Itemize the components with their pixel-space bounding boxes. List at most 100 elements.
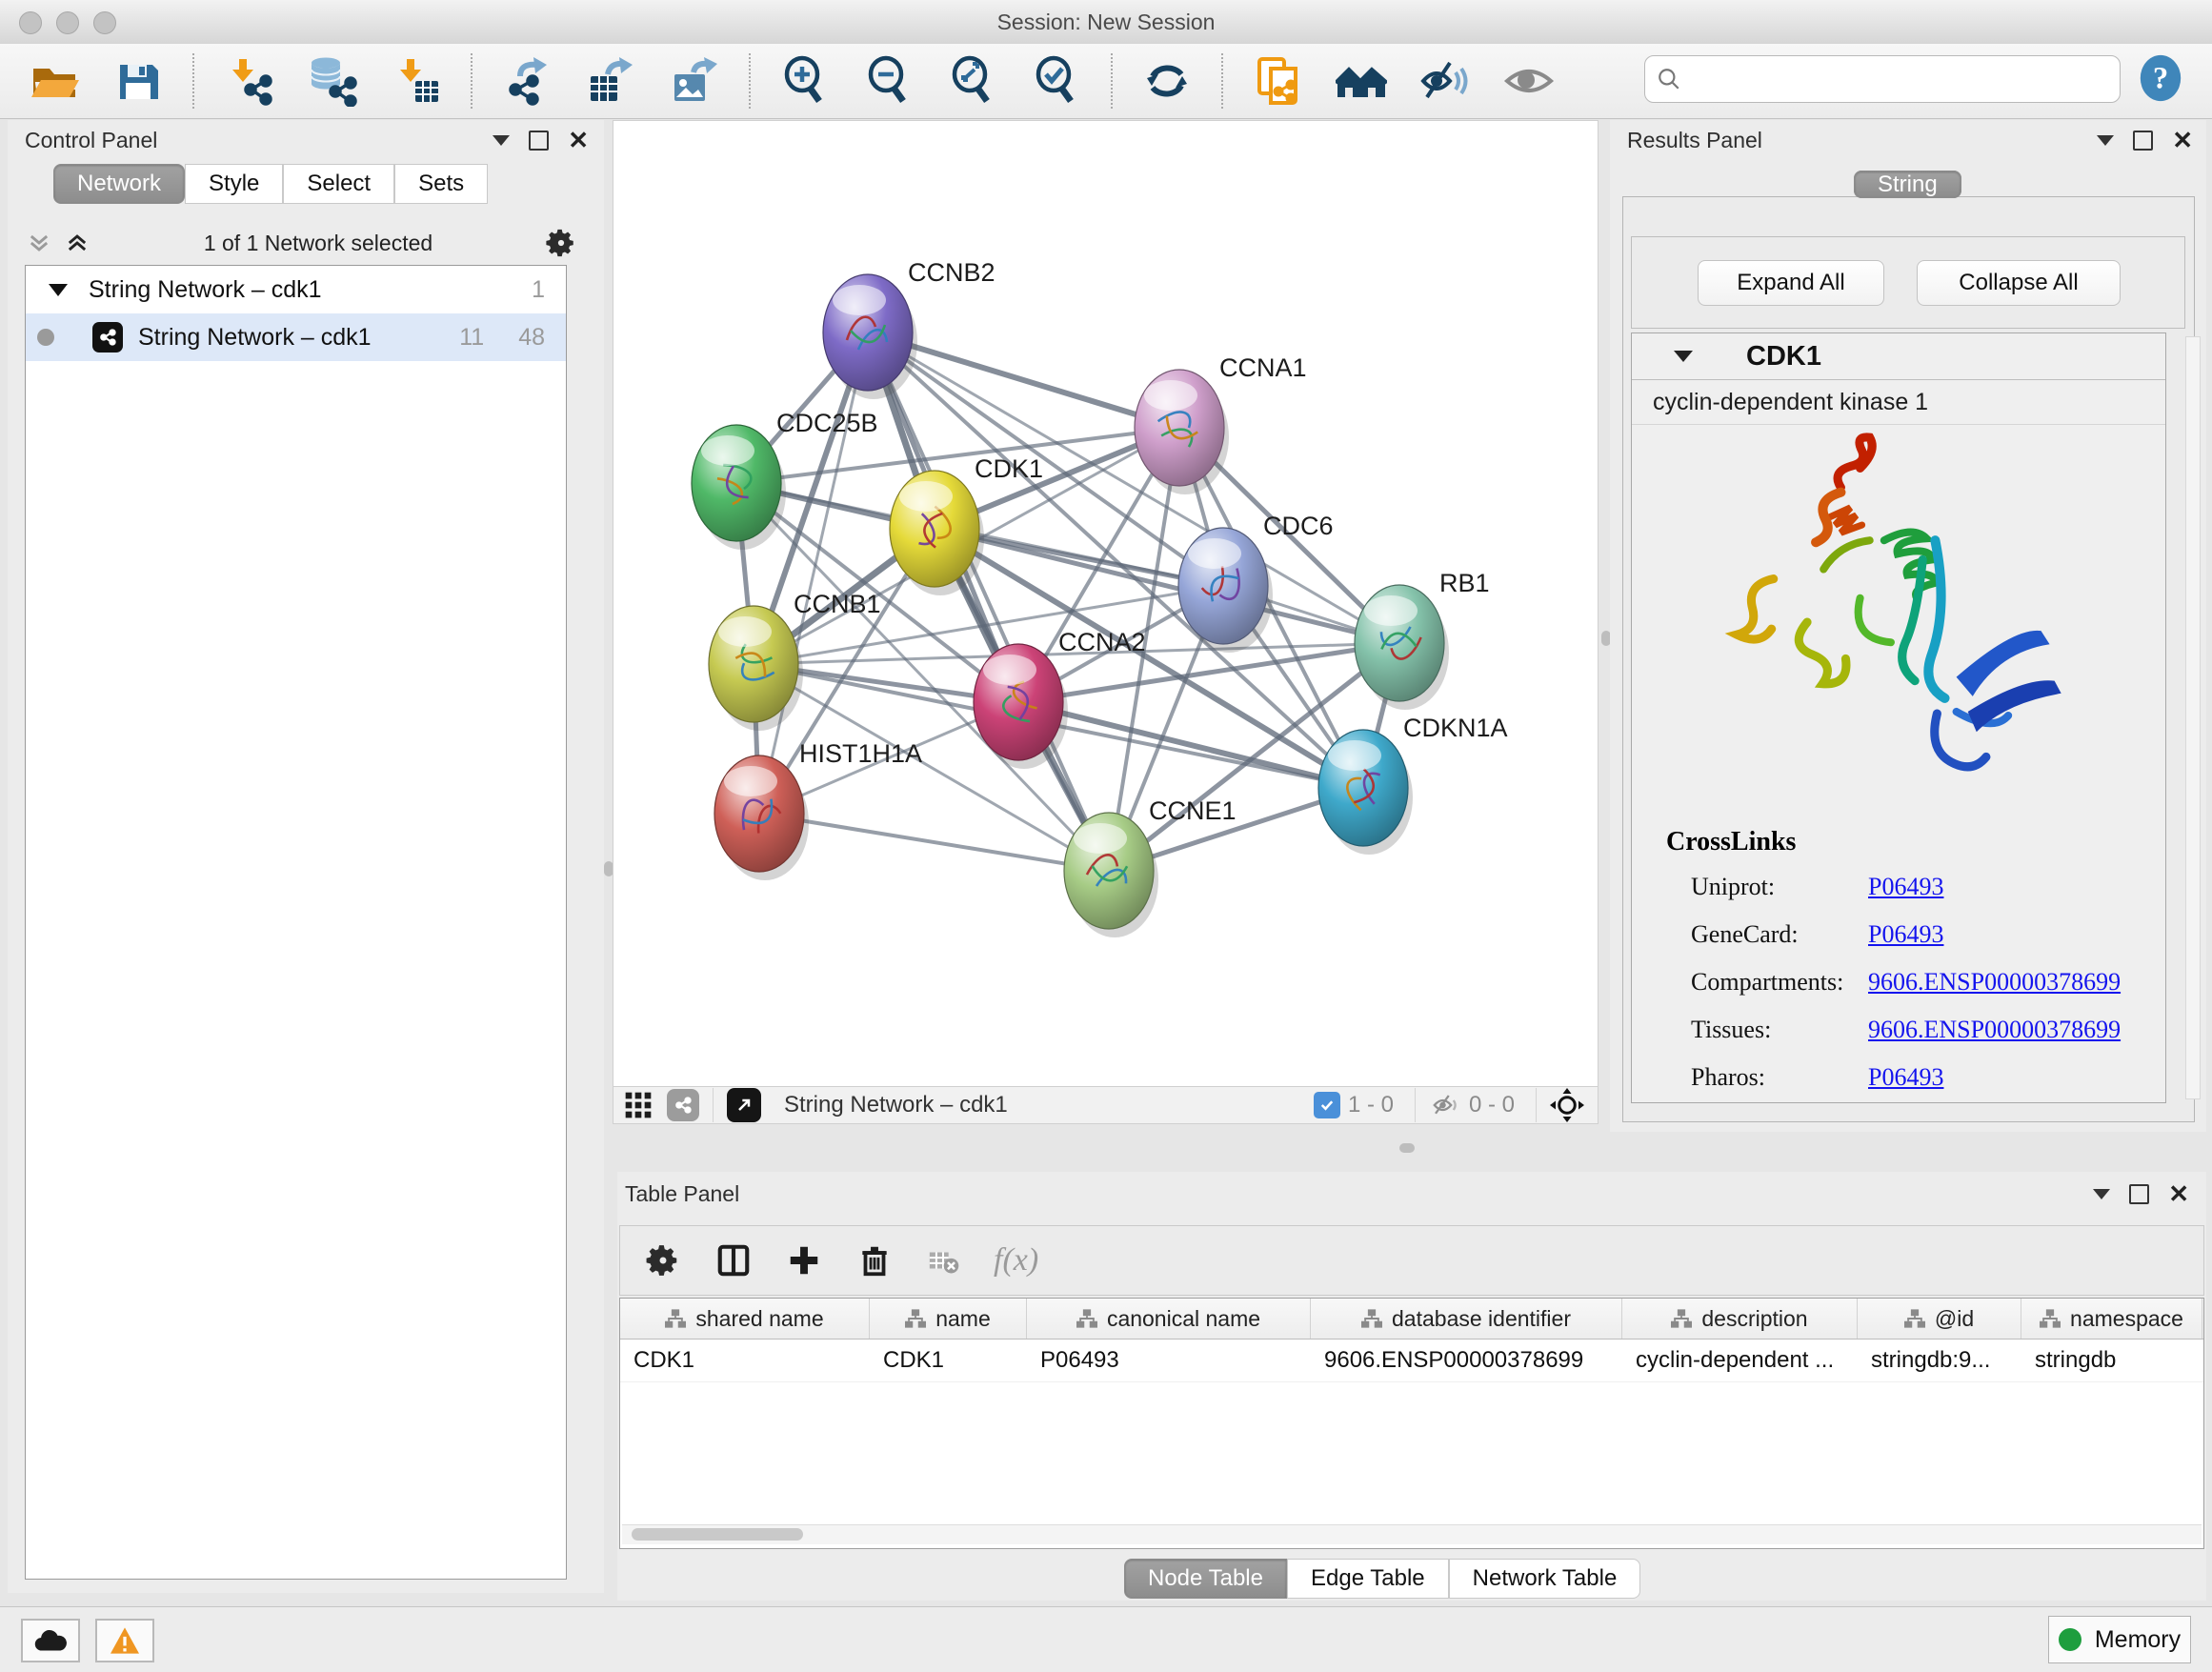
table-panel-maximize-icon[interactable] (2129, 1184, 2149, 1204)
import-network-from-database-icon[interactable] (307, 55, 358, 107)
add-column-icon[interactable] (786, 1242, 822, 1279)
table-panel-float-icon[interactable] (2093, 1189, 2110, 1199)
table-cell[interactable]: CDK1 (870, 1340, 1027, 1381)
node-label-CDC25B: CDC25B (776, 409, 878, 437)
help-button[interactable]: ? (2136, 53, 2185, 103)
column-header-namespace[interactable]: namespace (2021, 1299, 2202, 1339)
birds-eye-view-icon[interactable] (1550, 1088, 1584, 1122)
detach-view-icon[interactable] (727, 1088, 761, 1122)
column-header-database-identifier[interactable]: database identifier (1311, 1299, 1622, 1339)
search-field[interactable] (1644, 55, 2121, 103)
table-settings-gear-icon[interactable] (645, 1242, 681, 1279)
search-input[interactable] (1681, 65, 2108, 93)
crosslink-link[interactable]: P06493 (1868, 1063, 1943, 1092)
save-session-icon[interactable] (112, 55, 164, 107)
results-panel-close-icon[interactable]: ✕ (2172, 132, 2193, 149)
network-node-CCNE1[interactable]: CCNE1 (1064, 796, 1237, 937)
control-panel-close-icon[interactable]: ✕ (568, 132, 589, 149)
network-node-CCNA1[interactable]: CCNA1 (1135, 353, 1307, 494)
column-header-shared-name[interactable]: shared name (620, 1299, 870, 1339)
tab-sets[interactable]: Sets (394, 164, 488, 204)
network-edge-CCNB2-CCNE1[interactable] (868, 332, 1109, 871)
tab-network[interactable]: Network (53, 164, 185, 204)
collapse-all-button[interactable]: Collapse All (1917, 260, 2121, 306)
open-session-icon[interactable] (29, 55, 80, 107)
tab-select[interactable]: Select (283, 164, 394, 204)
zoom-in-icon[interactable] (779, 55, 831, 107)
network-canvas[interactable]: CCNB2CCNA1CDC25BCDK1CDC6RB1CCNB1CCNA2CDK… (613, 121, 1598, 1087)
show-columns-icon[interactable] (715, 1242, 752, 1279)
warnings-button[interactable] (95, 1619, 154, 1662)
results-panel-maximize-icon[interactable] (2133, 131, 2153, 151)
column-header-name[interactable]: name (870, 1299, 1027, 1339)
tab-style[interactable]: Style (185, 164, 283, 204)
crosslink-link[interactable]: 9606.ENSP00000378699 (1868, 1016, 2121, 1044)
control-panel-float-icon[interactable] (493, 135, 510, 146)
table-row[interactable]: CDK1CDK1P064939606.ENSP00000378699cyclin… (620, 1340, 2203, 1382)
crosslink-link[interactable]: P06493 (1868, 920, 1943, 949)
network-options-gear-icon[interactable] (545, 227, 577, 259)
expand-all-button[interactable]: Expand All (1698, 260, 1884, 306)
network-node-CCNA2[interactable]: CCNA2 (974, 628, 1146, 769)
grid-view-icon[interactable] (623, 1090, 654, 1120)
results-panel-float-icon[interactable] (2097, 135, 2114, 146)
results-scrollbar[interactable] (2185, 336, 2201, 1099)
network-collection-row[interactable]: String Network – cdk1 1 (26, 266, 566, 313)
table-cell[interactable]: stringdb:9... (1858, 1340, 2021, 1381)
crosslink-link[interactable]: 9606.ENSP00000378699 (1868, 968, 2121, 997)
network-row-selected[interactable]: String Network – cdk1 11 48 (26, 313, 566, 361)
network-node-CCNB2[interactable]: CCNB2 (823, 258, 995, 399)
column-header-@id[interactable]: @id (1858, 1299, 2021, 1339)
network-overview-icon[interactable] (667, 1089, 699, 1121)
scrollbar-thumb[interactable] (632, 1528, 803, 1541)
current-network-dot-icon (37, 329, 54, 346)
table-horizontal-scrollbar[interactable] (622, 1524, 2202, 1544)
import-table-icon[interactable] (391, 55, 442, 107)
selected-items-checkbox-icon[interactable] (1314, 1092, 1340, 1118)
table-panel-splitter-handle[interactable] (1399, 1143, 1415, 1153)
collapse-all-icon[interactable] (25, 230, 53, 256)
export-image-icon[interactable] (669, 55, 720, 107)
crosslink-link[interactable]: P06493 (1868, 873, 1943, 901)
network-node-CDKN1A[interactable]: CDKN1A (1318, 714, 1508, 855)
tab-string[interactable]: String (1854, 171, 1961, 198)
table-cell[interactable]: 9606.ENSP00000378699 (1311, 1340, 1622, 1381)
export-network-icon[interactable] (501, 55, 553, 107)
cloud-status-button[interactable] (21, 1619, 80, 1662)
protein-collapse-icon[interactable] (1674, 351, 1693, 362)
tab-edge-table[interactable]: Edge Table (1287, 1559, 1449, 1599)
table-panel-close-icon[interactable]: ✕ (2168, 1186, 2189, 1202)
hide-panels-icon[interactable] (1419, 55, 1471, 107)
table-cell[interactable]: stringdb (2021, 1340, 2202, 1381)
home-networks-icon[interactable] (1336, 55, 1387, 107)
clone-network-icon[interactable] (1252, 55, 1303, 107)
control-panel-maximize-icon[interactable] (529, 131, 549, 151)
import-network-icon[interactable] (223, 55, 274, 107)
control-panel-tabs: NetworkStyleSelectSets (53, 164, 488, 204)
export-table-icon[interactable] (585, 55, 636, 107)
column-header-label: shared name (695, 1306, 823, 1332)
memory-button[interactable]: Memory (2048, 1616, 2191, 1663)
zoom-out-icon[interactable] (863, 55, 915, 107)
table-cell[interactable]: cyclin-dependent ... (1622, 1340, 1858, 1381)
network-node-HIST1H1A[interactable]: HIST1H1A (714, 739, 922, 880)
network-node-CDC6[interactable]: CDC6 (1178, 512, 1334, 653)
show-panels-icon[interactable] (1503, 55, 1555, 107)
tree-expand-icon[interactable] (49, 284, 68, 296)
tab-node-table[interactable]: Node Table (1124, 1559, 1287, 1599)
tab-network-table[interactable]: Network Table (1449, 1559, 1641, 1599)
network-node-RB1[interactable]: RB1 (1355, 569, 1490, 710)
column-header-description[interactable]: description (1622, 1299, 1858, 1339)
network-node-CDK1[interactable]: CDK1 (890, 454, 1043, 595)
expand-all-icon[interactable] (63, 230, 91, 256)
network-edge-HIST1H1A-CCNE1[interactable] (759, 814, 1109, 871)
zoom-selected-icon[interactable] (1031, 55, 1082, 107)
table-cell[interactable]: P06493 (1027, 1340, 1311, 1381)
refresh-icon[interactable] (1141, 55, 1193, 107)
table-cell[interactable]: CDK1 (620, 1340, 870, 1381)
delete-column-trash-icon[interactable] (856, 1242, 893, 1279)
column-header-canonical-name[interactable]: canonical name (1027, 1299, 1311, 1339)
zoom-fit-icon[interactable] (947, 55, 998, 107)
node-table: shared name namecanonical namedatabase id… (619, 1298, 2204, 1549)
network-node-CDC25B[interactable]: CDC25B (692, 409, 878, 550)
